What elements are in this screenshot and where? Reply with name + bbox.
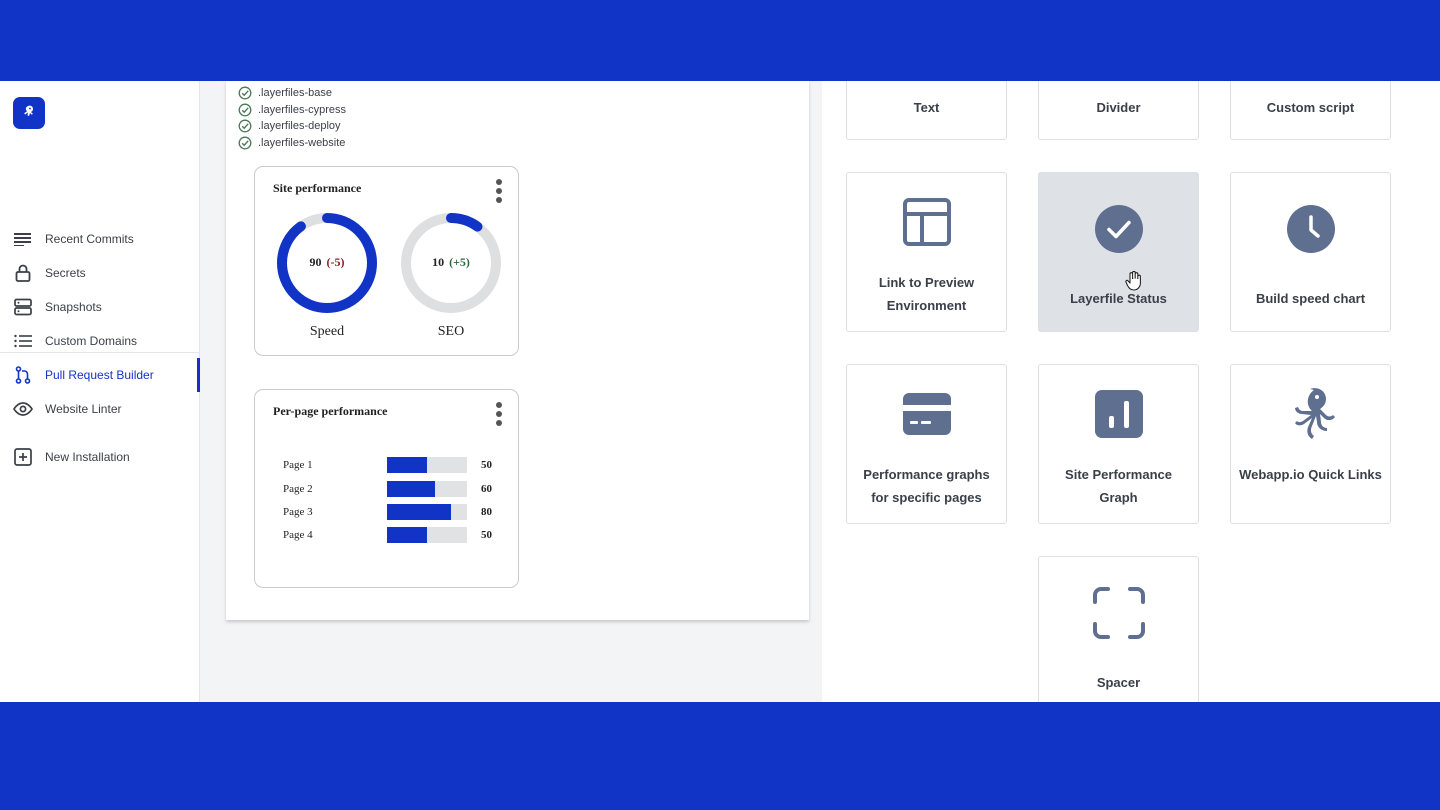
plus-square-icon bbox=[13, 447, 33, 467]
check-circle-icon bbox=[1094, 205, 1143, 253]
progress-bar bbox=[387, 527, 467, 543]
widget-spacer[interactable]: Spacer bbox=[1038, 556, 1199, 702]
check-circle-icon bbox=[238, 136, 252, 150]
seo-score: 10 (+5) bbox=[432, 255, 470, 269]
sidebar-item-label: Website Linter bbox=[45, 402, 122, 416]
list-item: .layerfiles-deploy bbox=[238, 118, 346, 135]
layerfile-status-list: .layerfiles-base .layerfiles-cypress .la… bbox=[238, 85, 346, 151]
sidebar-divider bbox=[0, 352, 200, 353]
more-menu-icon[interactable] bbox=[496, 179, 502, 203]
widget-palette: Text Divider Custom script Link to Previ… bbox=[822, 81, 1428, 702]
card-title: Site performance bbox=[273, 181, 362, 195]
list-icon bbox=[13, 331, 33, 351]
sidebar-item-recent-commits[interactable]: Recent Commits bbox=[0, 224, 200, 254]
per-page-performance-card: Per-page performance Page 1 50 Page 2 60… bbox=[254, 389, 519, 588]
widget-site-performance-graph[interactable]: Site Performance Graph bbox=[1038, 364, 1199, 524]
server-icon bbox=[13, 297, 33, 317]
lines-icon bbox=[13, 229, 33, 249]
octopus-icon bbox=[1294, 388, 1335, 439]
progress-bar bbox=[387, 481, 467, 497]
seo-gauge: 10 (+5) SEO bbox=[399, 211, 503, 339]
widget-text[interactable]: Text bbox=[846, 81, 1007, 140]
card-title: Per-page performance bbox=[273, 404, 388, 418]
clock-icon bbox=[1286, 205, 1335, 253]
eye-icon bbox=[13, 399, 33, 419]
list-item: .layerfiles-website bbox=[238, 135, 346, 152]
check-circle-icon bbox=[238, 120, 252, 133]
list-item: .layerfiles-cypress bbox=[238, 102, 346, 119]
site-performance-card: Site performance 90 (-5) Speed 10 (+5) SEO bbox=[254, 166, 519, 356]
app-window: Recent Commits Secrets Snapshots Custom … bbox=[0, 81, 1428, 702]
check-circle-icon bbox=[238, 103, 252, 117]
speed-gauge: 90 (-5) Speed bbox=[275, 211, 379, 339]
widget-performance-graphs[interactable]: Performance graphs for specific pages bbox=[846, 364, 1007, 524]
list-item: .layerfiles-base bbox=[238, 85, 346, 102]
widget-layerfile-status[interactable]: Layerfile Status bbox=[1038, 172, 1199, 332]
table-row: Page 1 50 bbox=[283, 457, 492, 473]
speed-score: 90 (-5) bbox=[309, 255, 345, 269]
widget-quick-links[interactable]: Webapp.io Quick Links bbox=[1230, 364, 1391, 524]
sidebar-item-label: Secrets bbox=[45, 266, 86, 280]
sidebar-item-label: Recent Commits bbox=[45, 232, 134, 246]
widget-divider[interactable]: Divider bbox=[1038, 81, 1199, 140]
widget-link-preview[interactable]: Link to Preview Environment bbox=[846, 172, 1007, 332]
sidebar-item-label: Snapshots bbox=[45, 300, 102, 314]
sidebar-item-website-linter[interactable]: Website Linter bbox=[0, 394, 200, 424]
sidebar-item-snapshots[interactable]: Snapshots bbox=[0, 292, 200, 322]
pull-request-preview: .layerfiles-base .layerfiles-cypress .la… bbox=[226, 81, 809, 620]
speed-label: Speed bbox=[309, 324, 345, 339]
frame-corners-icon bbox=[1092, 587, 1145, 639]
more-menu-icon[interactable] bbox=[496, 402, 502, 426]
sidebar-item-secrets[interactable]: Secrets bbox=[0, 258, 200, 288]
table-row: Page 2 60 bbox=[283, 481, 492, 497]
credit-card-icon bbox=[902, 393, 951, 435]
webapp-logo[interactable] bbox=[13, 97, 45, 129]
new-installation-button[interactable]: New Installation bbox=[0, 442, 200, 472]
bar-chart-icon bbox=[1094, 390, 1143, 438]
seo-label: SEO bbox=[437, 324, 465, 339]
check-circle-icon bbox=[238, 86, 252, 100]
lock-icon bbox=[13, 263, 33, 283]
widget-build-speed-chart[interactable]: Build speed chart bbox=[1230, 172, 1391, 332]
progress-bar bbox=[387, 457, 467, 473]
hand-cursor-icon bbox=[1125, 271, 1141, 291]
sidebar-item-label: Custom Domains bbox=[45, 334, 138, 348]
layout-icon bbox=[902, 198, 951, 246]
new-installation-label: New Installation bbox=[45, 450, 130, 464]
table-row: Page 3 80 bbox=[283, 504, 492, 520]
sidebar: Recent Commits Secrets Snapshots Custom … bbox=[0, 81, 200, 702]
table-row: Page 4 50 bbox=[283, 527, 492, 543]
window-edge bbox=[1428, 81, 1440, 702]
widget-custom-script[interactable]: Custom script bbox=[1230, 81, 1391, 140]
progress-bar bbox=[387, 504, 467, 520]
